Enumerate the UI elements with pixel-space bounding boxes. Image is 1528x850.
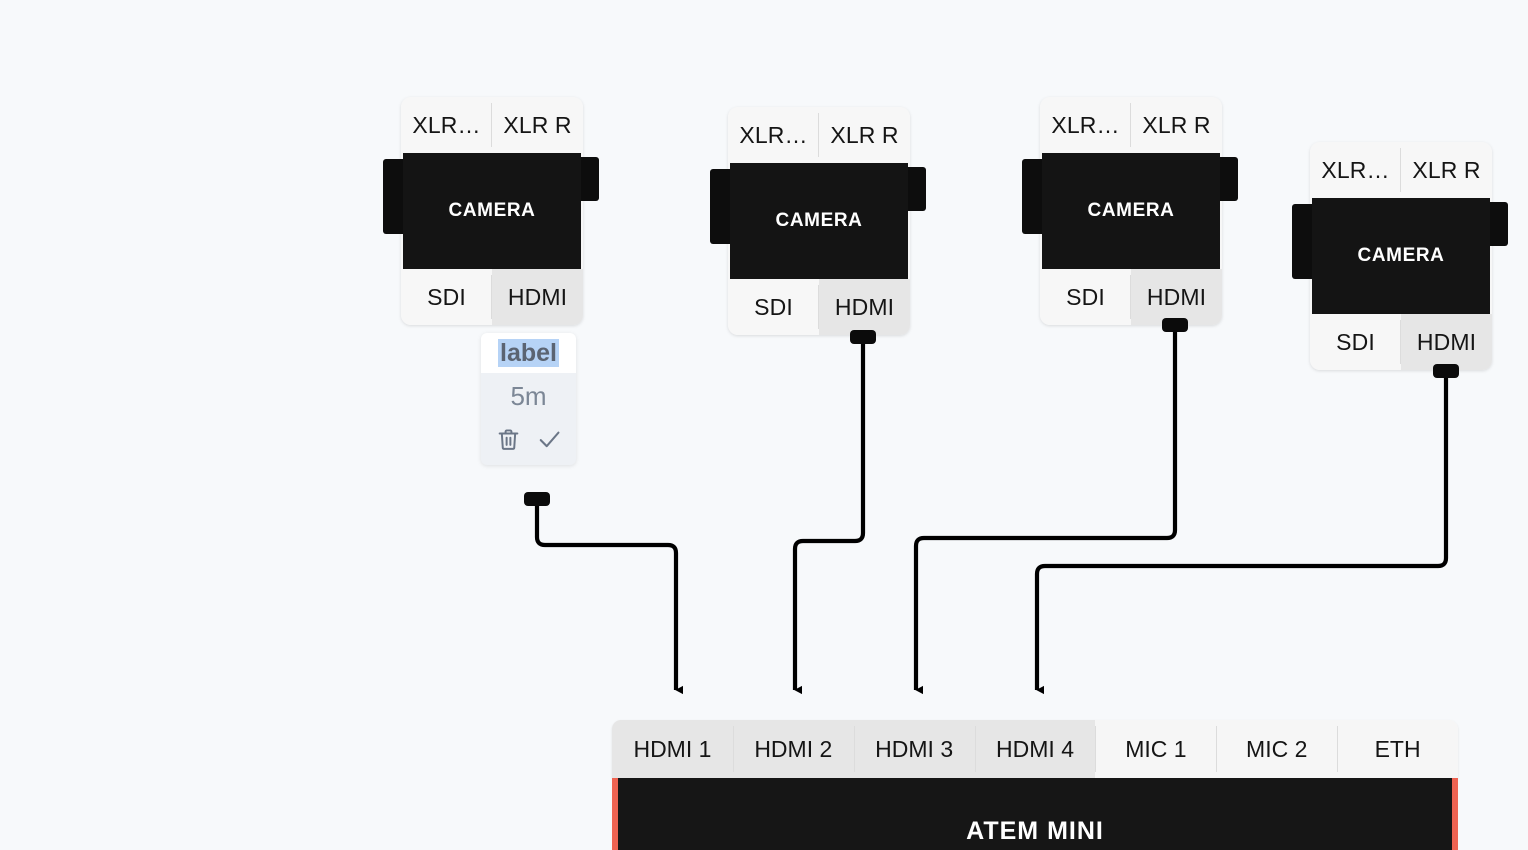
diagram-canvas: XLR… XLR R CAMERA SDI HDMI XLR… XLR R CA…	[0, 0, 1528, 850]
camera-3-port-hdmi[interactable]: HDMI	[1131, 269, 1222, 325]
camera-viewfinder-4	[1490, 202, 1508, 246]
check-icon[interactable]	[537, 427, 562, 452]
camera-4-port-xlr-l[interactable]: XLR…	[1310, 142, 1401, 198]
switcher-device[interactable]: HDMI 1 HDMI 2 HDMI 3 HDMI 4 MIC 1 MIC 2 …	[612, 720, 1458, 850]
camera-1-label: CAMERA	[448, 200, 536, 221]
switcher-body: ATEM MINI	[612, 778, 1458, 850]
camera-lens-mount-2	[710, 169, 730, 244]
camera-3-port-xlr-r[interactable]: XLR R	[1131, 97, 1222, 153]
cable-plug-camera-2[interactable]	[850, 330, 876, 344]
cable-label-actions	[496, 419, 562, 459]
camera-3-top-ports: XLR… XLR R	[1040, 97, 1222, 153]
camera-4-port-xlr-r[interactable]: XLR R	[1401, 142, 1492, 198]
switcher-port-mic-2[interactable]: MIC 2	[1216, 720, 1338, 778]
camera-3-bottom-ports: SDI HDMI	[1040, 269, 1222, 325]
camera-device-3[interactable]: XLR… XLR R CAMERA SDI HDMI	[1022, 97, 1238, 325]
camera-lens-mount-3	[1022, 159, 1042, 234]
camera-1-port-sdi[interactable]: SDI	[401, 269, 492, 325]
cable-camera-2[interactable]	[792, 340, 866, 695]
camera-lens-mount-4	[1292, 204, 1312, 279]
camera-2-body: CAMERA	[730, 163, 908, 279]
camera-2-port-xlr-l[interactable]: XLR…	[728, 107, 819, 163]
camera-4-top-ports: XLR… XLR R	[1310, 142, 1492, 198]
camera-device-4[interactable]: XLR… XLR R CAMERA SDI HDMI	[1292, 142, 1508, 370]
camera-2-top-ports: XLR… XLR R	[728, 107, 910, 163]
cable-plug-camera-3[interactable]	[1162, 318, 1188, 332]
cable-camera-4[interactable]	[1034, 372, 1449, 695]
cable-plug-camera-1[interactable]	[524, 492, 550, 506]
camera-1-body: CAMERA	[403, 153, 581, 269]
camera-2-label: CAMERA	[775, 210, 863, 231]
switcher-port-hdmi-4[interactable]: HDMI 4	[974, 720, 1096, 778]
switcher-port-row: HDMI 1 HDMI 2 HDMI 3 HDMI 4 MIC 1 MIC 2 …	[612, 720, 1458, 778]
camera-3-label: CAMERA	[1087, 200, 1175, 221]
camera-1-bottom-ports: SDI HDMI	[401, 269, 583, 325]
camera-device-1[interactable]: XLR… XLR R CAMERA SDI HDMI	[383, 97, 599, 325]
switcher-port-hdmi-3[interactable]: HDMI 3	[853, 720, 975, 778]
switcher-port-hdmi-2[interactable]: HDMI 2	[732, 720, 854, 778]
camera-viewfinder-1	[581, 157, 599, 201]
camera-2-bottom-ports: SDI HDMI	[728, 279, 910, 335]
camera-3-port-xlr-l[interactable]: XLR…	[1040, 97, 1131, 153]
cable-label-editor[interactable]: label 5m	[481, 333, 576, 465]
cable-label-input[interactable]: label	[481, 333, 576, 373]
camera-3-body: CAMERA	[1042, 153, 1220, 269]
cable-camera-1[interactable]	[534, 500, 683, 695]
camera-2-port-xlr-r[interactable]: XLR R	[819, 107, 910, 163]
cable-camera-3[interactable]	[913, 327, 1178, 695]
camera-4-body: CAMERA	[1312, 198, 1490, 314]
camera-4-bottom-ports: SDI HDMI	[1310, 314, 1492, 370]
switcher-port-mic-1[interactable]: MIC 1	[1095, 720, 1217, 778]
camera-viewfinder-3	[1220, 157, 1238, 201]
cable-plug-camera-4[interactable]	[1433, 364, 1459, 378]
camera-viewfinder-2	[908, 167, 926, 211]
camera-4-label: CAMERA	[1357, 245, 1445, 266]
cable-length-value[interactable]: 5m	[510, 373, 546, 419]
camera-4-port-sdi[interactable]: SDI	[1310, 314, 1401, 370]
switcher-name: ATEM MINI	[966, 817, 1104, 845]
switcher-port-hdmi-1[interactable]: HDMI 1	[612, 720, 733, 778]
camera-1-port-xlr-r[interactable]: XLR R	[492, 97, 583, 153]
trash-icon[interactable]	[496, 427, 521, 452]
camera-3-port-sdi[interactable]: SDI	[1040, 269, 1131, 325]
cable-label-input-value: label	[498, 338, 559, 368]
camera-2-port-sdi[interactable]: SDI	[728, 279, 819, 335]
camera-1-port-xlr-l[interactable]: XLR…	[401, 97, 492, 153]
camera-lens-mount-1	[383, 159, 403, 234]
camera-device-2[interactable]: XLR… XLR R CAMERA SDI HDMI	[710, 107, 926, 335]
camera-2-port-hdmi[interactable]: HDMI	[819, 279, 910, 335]
switcher-port-eth[interactable]: ETH	[1337, 720, 1458, 778]
camera-1-top-ports: XLR… XLR R	[401, 97, 583, 153]
camera-4-port-hdmi[interactable]: HDMI	[1401, 314, 1492, 370]
camera-1-port-hdmi[interactable]: HDMI	[492, 269, 583, 325]
